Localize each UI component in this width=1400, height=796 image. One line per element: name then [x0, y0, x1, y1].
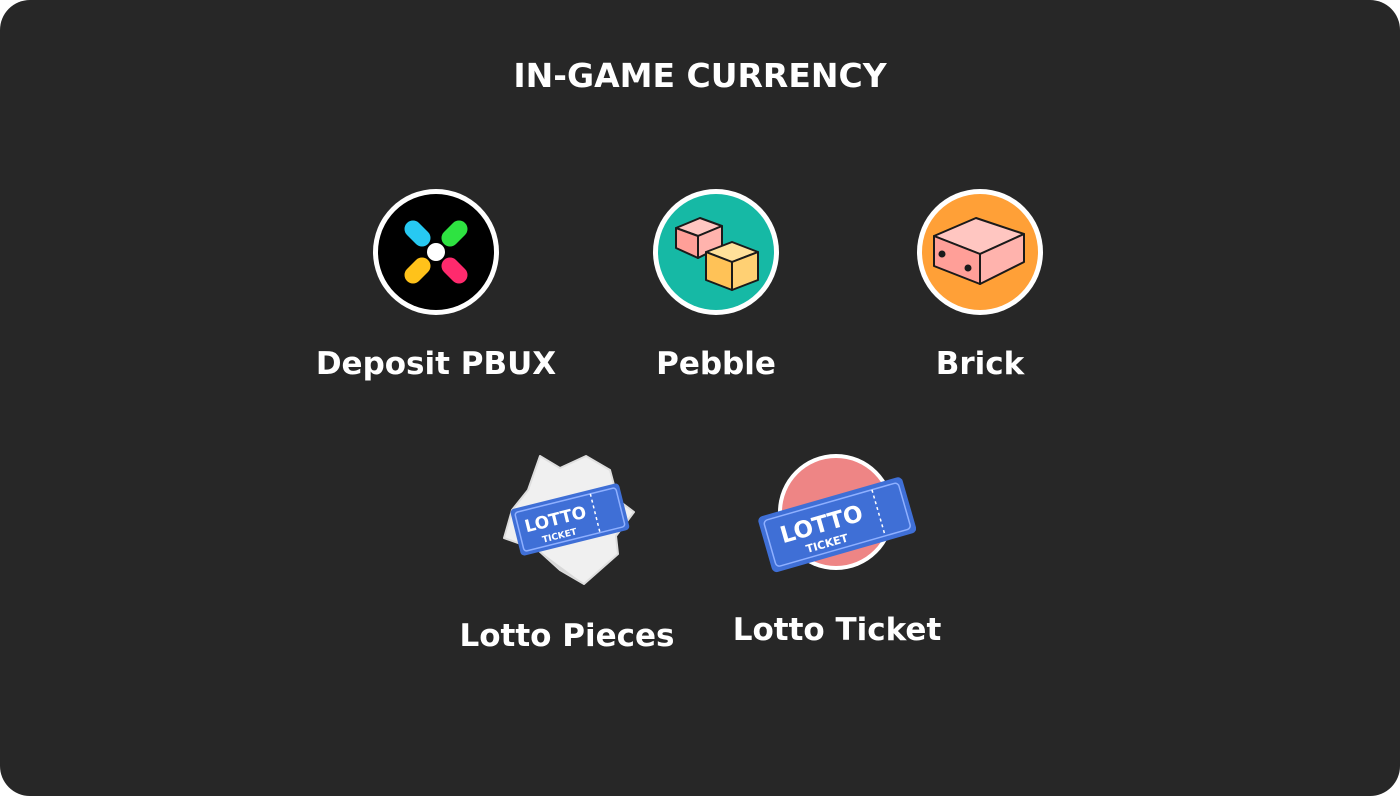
currency-label-lotto-pieces: Lotto Pieces	[459, 618, 675, 654]
brick-icon	[914, 186, 1046, 318]
currency-label-pbux: Deposit PBUX	[315, 346, 557, 382]
page-title: IN-GAME CURRENCY	[513, 56, 887, 95]
lotto-ticket-icon: LOTTO TICKET	[756, 450, 917, 590]
currency-label-pebble: Pebble	[656, 346, 776, 382]
lotto-pieces-icon: LOTTO TICKET	[498, 450, 638, 590]
pbux-icon	[370, 186, 502, 318]
currency-label-lotto-ticket: Lotto Ticket	[732, 612, 942, 648]
currency-label-brick: Brick	[935, 346, 1025, 382]
currency-card: IN-GAME CURRENCY Deposit PBUX Pebble Bri…	[0, 0, 1400, 796]
pebble-icon	[650, 186, 782, 318]
